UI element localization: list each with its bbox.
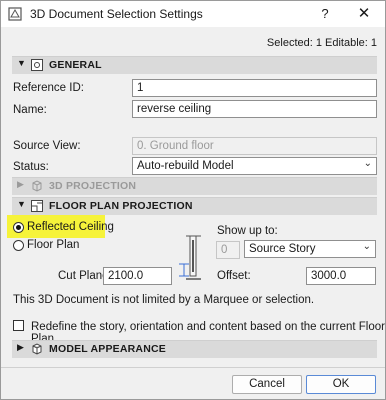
name-label: Name:: [13, 104, 47, 116]
status-dropdown[interactable]: Auto-rebuild Model ⌄: [132, 157, 377, 175]
offset-label: Offset:: [217, 270, 251, 282]
close-button[interactable]: ✕: [357, 4, 371, 22]
show-up-to-dropdown-value: Source Story: [249, 243, 316, 255]
status-label: Status:: [13, 161, 49, 173]
reference-id-label: Reference ID:: [13, 82, 84, 94]
general-settings-icon: [31, 59, 43, 71]
offset-input[interactable]: 3000.0: [306, 267, 376, 285]
cancel-button[interactable]: Cancel: [232, 375, 302, 394]
selection-info: Selected: 1 Editable: 1: [266, 37, 377, 49]
show-up-to-number-input: 0: [216, 241, 240, 259]
3d-projection-section-header[interactable]: ▶ 3D PROJECTION: [12, 177, 377, 195]
floor-plan-projection-section-header[interactable]: ▼ FLOOR PLAN PROJECTION: [12, 197, 377, 215]
3d-projection-section-label: 3D PROJECTION: [49, 180, 137, 192]
source-view-label: Source View:: [13, 140, 81, 152]
source-view-input: 0. Ground floor: [132, 137, 377, 155]
show-up-to-dropdown[interactable]: Source Story ⌄: [244, 240, 376, 258]
reflected-ceiling-label[interactable]: Reflected Ceiling: [27, 221, 114, 233]
floor-plan-projection-section-label: FLOOR PLAN PROJECTION: [49, 200, 193, 212]
model-appearance-section-label: MODEL APPEARANCE: [49, 343, 166, 355]
collapse-arrow-icon: ▼: [17, 199, 26, 209]
settings-dialog: 3D Document Selection Settings ? ✕ Selec…: [0, 0, 386, 400]
floor-plan-icon: [31, 200, 43, 212]
title-bar: 3D Document Selection Settings ? ✕: [1, 1, 385, 27]
window-title: 3D Document Selection Settings: [30, 7, 203, 21]
story-range-diagram-icon: [179, 235, 201, 280]
marquee-note: This 3D Document is not limited by a Mar…: [13, 294, 315, 306]
general-section-label: GENERAL: [49, 59, 102, 71]
floor-plan-label[interactable]: Floor Plan: [27, 239, 79, 251]
help-button[interactable]: ?: [319, 6, 331, 21]
reflected-ceiling-radio[interactable]: [13, 222, 24, 233]
3d-projection-icon: [32, 180, 42, 192]
floor-plan-radio[interactable]: [13, 240, 24, 251]
model-appearance-icon: [32, 343, 42, 355]
reference-id-input[interactable]: 1: [132, 79, 377, 97]
expand-arrow-icon: ▶: [17, 179, 24, 189]
expand-arrow-icon: ▶: [17, 342, 24, 352]
chevron-down-icon: ⌄: [362, 241, 371, 252]
general-section-header[interactable]: ▼ GENERAL: [12, 56, 377, 74]
app-icon: [8, 7, 22, 21]
cut-plane-input[interactable]: 2100.0: [103, 267, 172, 285]
chevron-down-icon: ⌄: [363, 158, 372, 169]
collapse-arrow-icon: ▼: [17, 58, 26, 68]
show-up-to-label: Show up to:: [217, 225, 278, 237]
redefine-checkbox[interactable]: [13, 320, 24, 331]
status-dropdown-value: Auto-rebuild Model: [137, 160, 234, 172]
footer-divider: [1, 367, 385, 368]
model-appearance-section-header[interactable]: ▶ MODEL APPEARANCE: [12, 340, 377, 358]
ok-button[interactable]: OK: [306, 375, 376, 394]
name-input[interactable]: reverse ceiling: [132, 100, 377, 118]
